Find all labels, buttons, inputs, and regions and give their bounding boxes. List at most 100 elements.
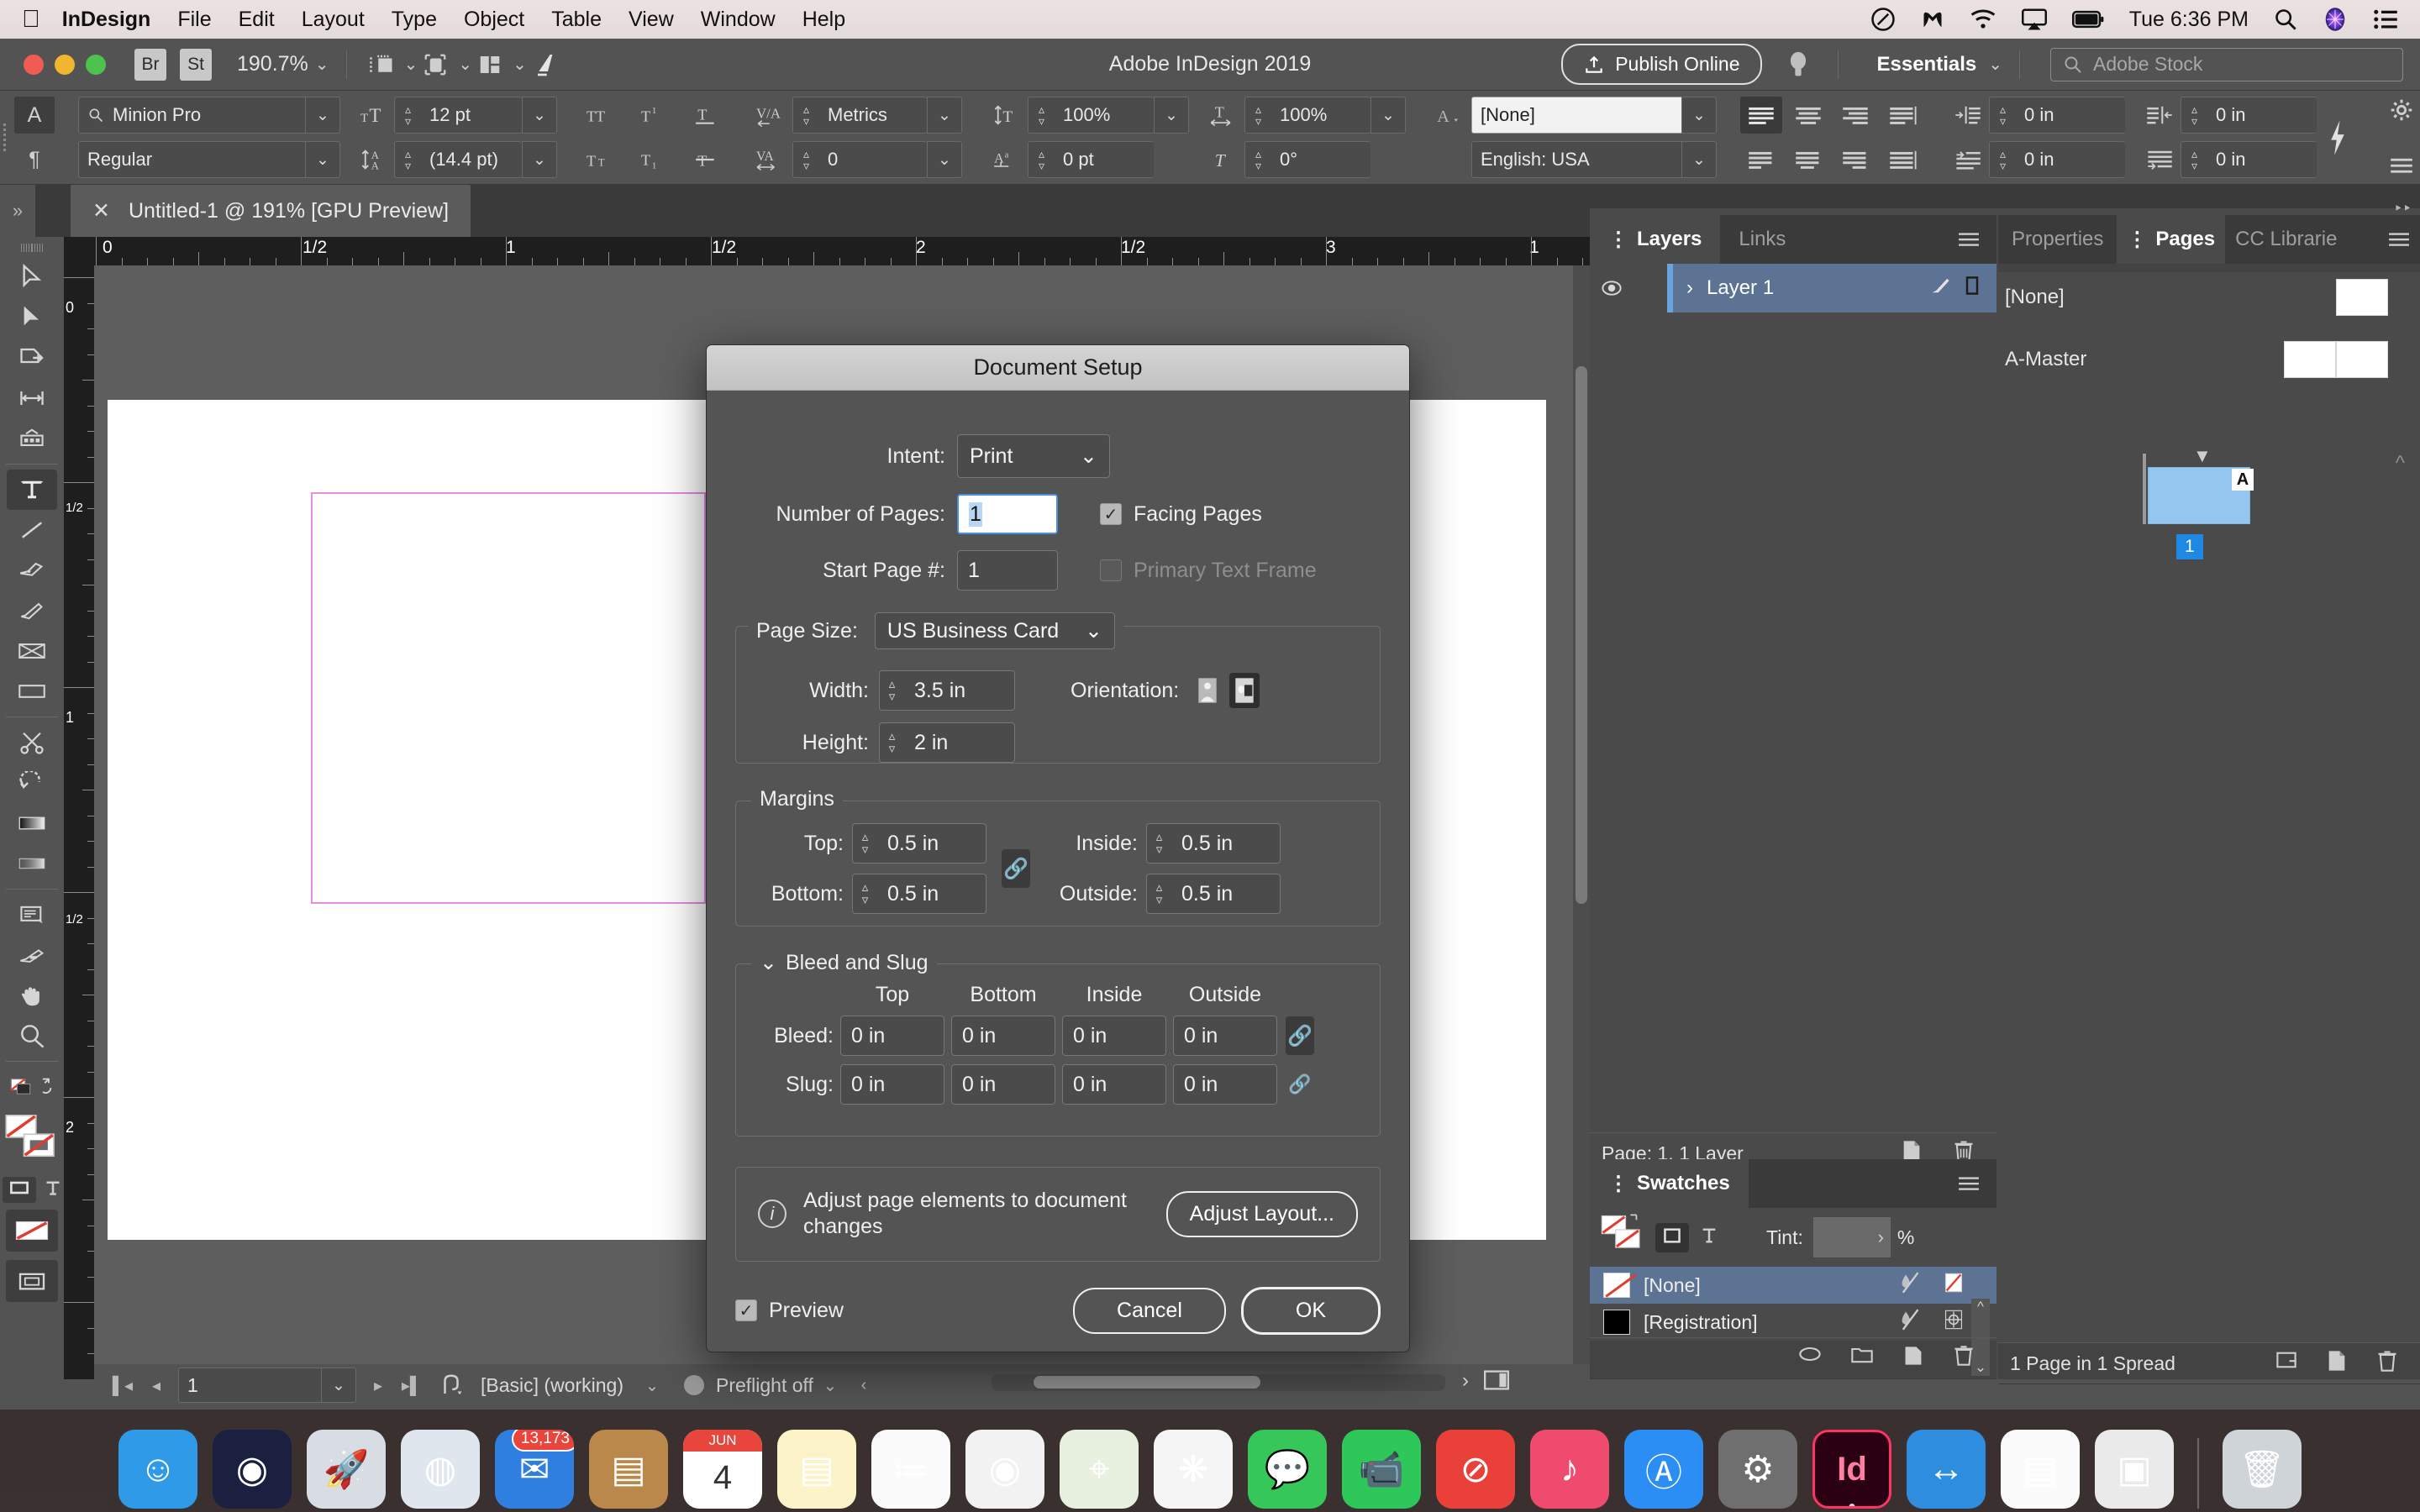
master-page-icon[interactable] bbox=[429, 1368, 474, 1402]
margin-bottom-stepper[interactable]: ▵▿ bbox=[852, 874, 877, 914]
swatch-row-registration[interactable]: [Registration] bbox=[1590, 1304, 1996, 1341]
adjust-layout-button[interactable]: Adjust Layout... bbox=[1166, 1191, 1358, 1237]
formatting-affects-text-icon[interactable] bbox=[45, 1179, 61, 1200]
horizontal-ruler[interactable]: 0 1/2 1 1/2 2 1/2 3 1 bbox=[94, 237, 1590, 265]
formatting-affects-group[interactable] bbox=[3, 1169, 61, 1210]
delete-swatch-icon[interactable] bbox=[1953, 1345, 1975, 1372]
height-input[interactable]: 2 in bbox=[904, 722, 1015, 763]
screen-mode-icon[interactable] bbox=[364, 49, 399, 81]
normal-view-mode-icon[interactable] bbox=[6, 1260, 58, 1302]
left-indent-field[interactable]: 0 in bbox=[2016, 97, 2125, 134]
small-caps-icon[interactable]: TT bbox=[581, 141, 623, 178]
indesign-icon[interactable]: Id bbox=[1812, 1430, 1891, 1509]
panel-grip[interactable] bbox=[3, 113, 6, 163]
slug-chain-unlinked-icon[interactable]: 🔗 bbox=[1286, 1074, 1314, 1095]
tracking-field[interactable]: 0 bbox=[819, 141, 927, 178]
direct-selection-tool[interactable] bbox=[7, 297, 57, 338]
document-tab[interactable]: ✕ Untitled-1 @ 191% [GPU Preview] bbox=[71, 185, 471, 237]
gradient-feather-tool[interactable] bbox=[7, 843, 57, 884]
vertical-scale-field[interactable]: 100% bbox=[1055, 97, 1154, 134]
siri-icon[interactable] bbox=[2323, 7, 2348, 32]
delete-page-icon[interactable] bbox=[2376, 1349, 2398, 1378]
kerning-dropdown[interactable]: ⌄ bbox=[927, 97, 962, 134]
align-left-icon[interactable] bbox=[1740, 97, 1782, 134]
tab-properties[interactable]: Properties bbox=[1998, 215, 2117, 264]
kerning-field[interactable]: Metrics bbox=[819, 97, 927, 134]
menu-item-file[interactable]: File bbox=[177, 8, 211, 32]
quick-apply-icon[interactable] bbox=[2317, 119, 2359, 156]
preview-icon[interactable]: ▣ bbox=[2095, 1430, 2174, 1509]
system-preferences-icon[interactable]: ⚙ bbox=[1718, 1430, 1797, 1509]
portrait-orientation-icon[interactable] bbox=[1192, 673, 1223, 708]
skew-stepper[interactable]: ▵▿ bbox=[1244, 141, 1271, 178]
horizontal-scale-field[interactable]: 100% bbox=[1271, 97, 1370, 134]
tracking-dropdown[interactable]: ⌄ bbox=[927, 141, 962, 178]
justify-right-icon[interactable] bbox=[1834, 141, 1876, 178]
intent-select[interactable]: Print ⌄ bbox=[957, 434, 1110, 478]
chevron-down-icon[interactable]: ⌄ bbox=[813, 1368, 847, 1402]
pencil-tool[interactable] bbox=[7, 591, 57, 631]
master-row-none[interactable]: [None] bbox=[1998, 272, 2420, 323]
scroll-up-icon[interactable]: ^ bbox=[1977, 1299, 1984, 1315]
frame-view-icon[interactable] bbox=[418, 49, 453, 81]
edit-page-size-icon[interactable] bbox=[2275, 1349, 2297, 1378]
width-stepper[interactable]: ▵▿ bbox=[879, 670, 904, 711]
eye-visible-icon[interactable] bbox=[1590, 264, 1634, 312]
safari-icon[interactable]: ◍ bbox=[401, 1430, 480, 1509]
number-of-pages-input[interactable]: 1 bbox=[957, 494, 1058, 534]
language-dropdown[interactable]: ⌄ bbox=[1681, 141, 1717, 178]
fill-stroke-swap[interactable] bbox=[5, 1067, 59, 1107]
leading-field[interactable]: (14.4 pt) bbox=[421, 141, 522, 178]
adobe-stock-search[interactable]: Adobe Stock bbox=[2050, 48, 2403, 81]
horizontal-scroll-thumb[interactable] bbox=[1034, 1376, 1260, 1389]
scroll-next-icon[interactable]: › bbox=[1462, 1369, 1469, 1397]
all-caps-icon[interactable]: TT bbox=[581, 97, 623, 134]
chevron-down-icon[interactable]: ⌄ bbox=[315, 54, 329, 75]
bridge-button[interactable]: Br bbox=[134, 49, 166, 81]
airplay-icon[interactable] bbox=[2022, 8, 2047, 30]
line-tool[interactable] bbox=[7, 510, 57, 550]
character-style-field[interactable]: [None] bbox=[1471, 97, 1681, 134]
textedit-icon[interactable]: ▤ bbox=[2001, 1430, 2080, 1509]
formatting-affects-container-icon[interactable] bbox=[3, 1177, 36, 1203]
start-page-input[interactable]: 1 bbox=[957, 550, 1058, 591]
menu-item-layout[interactable]: Layout bbox=[302, 8, 365, 32]
bleed-outside-input[interactable]: 0 in bbox=[1173, 1016, 1277, 1056]
align-center-icon[interactable] bbox=[1787, 97, 1829, 134]
show-all-icon[interactable] bbox=[1798, 1345, 1822, 1372]
page-number-value[interactable]: 1 bbox=[178, 1368, 321, 1403]
malwarebytes-icon[interactable] bbox=[1921, 8, 1944, 31]
vertical-scale-stepper[interactable]: ▵▿ bbox=[1028, 97, 1055, 134]
vertical-scale-dropdown[interactable]: ⌄ bbox=[1154, 97, 1189, 134]
skew-field[interactable]: 0° bbox=[1271, 141, 1370, 178]
tab-swatches[interactable]: ⋮ Swatches bbox=[1590, 1159, 1749, 1208]
siri-icon[interactable]: ◉ bbox=[213, 1430, 292, 1509]
selection-tool[interactable] bbox=[7, 257, 57, 297]
gear-icon[interactable] bbox=[2381, 92, 2420, 129]
horizontal-scale-dropdown[interactable]: ⌄ bbox=[1370, 97, 1406, 134]
target-pen-icon[interactable] bbox=[1929, 275, 1951, 302]
ok-button[interactable]: OK bbox=[1241, 1287, 1381, 1335]
minimize-window-button[interactable] bbox=[55, 55, 75, 75]
subscript-icon[interactable]: T1 bbox=[633, 141, 675, 178]
tracking-stepper[interactable]: ▵▿ bbox=[792, 141, 819, 178]
page-number-dropdown[interactable]: ⌄ bbox=[321, 1368, 356, 1403]
canvas-scroll-thumb[interactable] bbox=[1576, 366, 1587, 904]
menu-item-edit[interactable]: Edit bbox=[239, 8, 275, 32]
bleed-inside-input[interactable]: 0 in bbox=[1062, 1016, 1166, 1056]
underline-icon[interactable]: T bbox=[685, 97, 727, 134]
apple-menu-icon[interactable]:  bbox=[22, 8, 40, 30]
calendar-icon[interactable]: JUN4 bbox=[683, 1430, 762, 1509]
justify-all-icon[interactable] bbox=[1881, 141, 1923, 178]
frame-tool[interactable] bbox=[7, 631, 57, 671]
space-before-field[interactable]: 0 in bbox=[2016, 141, 2125, 178]
chevron-down-icon[interactable]: ⌄ bbox=[513, 54, 527, 75]
preview-checkbox[interactable]: ✓ Preview bbox=[735, 1299, 844, 1323]
ruler-corner[interactable] bbox=[64, 237, 94, 265]
mail-icon[interactable]: ✉13,173 bbox=[495, 1430, 574, 1509]
menu-item-type[interactable]: Type bbox=[392, 8, 437, 32]
document-setup-dialog[interactable]: Document Setup Intent: Print ⌄ Number of… bbox=[706, 344, 1410, 1352]
hand-tool[interactable] bbox=[7, 975, 57, 1016]
stock-button[interactable]: St bbox=[180, 49, 212, 81]
reminders-icon[interactable]: ≔ bbox=[871, 1430, 950, 1509]
